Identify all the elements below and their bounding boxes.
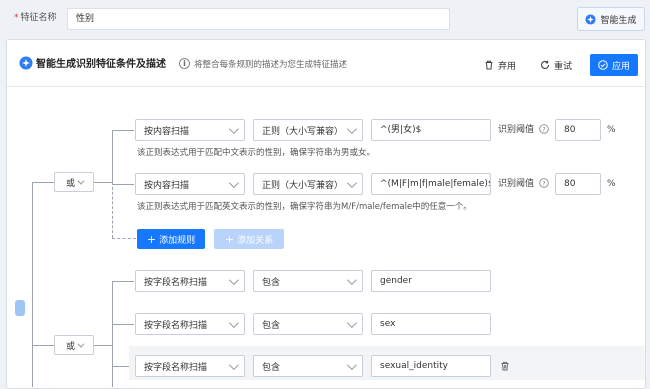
rule2-threshold-input[interactable]: 80 (555, 173, 601, 195)
add-rule-label: 添加规则 (159, 235, 196, 246)
tree-trunk-line (32, 182, 33, 387)
rule2-description: 该正则表达式用于匹配英文表示的性别，确保字符串为M/F/male/female中… (137, 202, 472, 212)
panel-description: 将整合每条规则的描述为您生成特征描述 (194, 60, 348, 70)
help-icon[interactable]: ? (539, 124, 549, 134)
chevron-down-icon (228, 274, 239, 285)
chevron-down-icon (346, 123, 357, 134)
generate-panel (6, 39, 646, 389)
svg-text:?: ? (542, 125, 545, 133)
check-circle-icon (598, 60, 608, 70)
plus-icon: + (224, 232, 235, 246)
svg-text:?: ? (542, 179, 545, 187)
group-connector-line (94, 182, 112, 183)
smart-generate-label: 智能生成 (600, 15, 637, 26)
side-handle (15, 300, 25, 316)
panel-title: 智能生成识别特征条件及描述 (36, 59, 166, 70)
rule1-pattern-input[interactable]: ^(男|女)$ (371, 119, 491, 141)
apply-label: 应用 (611, 61, 630, 72)
chevron-down-icon (228, 317, 239, 328)
rule2-match-type-select[interactable]: 正则（大小写兼容） (253, 173, 363, 195)
smart-generate-button[interactable]: 智能生成 (577, 7, 645, 31)
rule2-scan-type-select[interactable]: 按内容扫描 (135, 173, 245, 195)
group-connector-dashed (112, 182, 113, 238)
rule2-scan-type-value: 按内容扫描 (144, 180, 190, 191)
g2-rule2-scan-type-value: 按字段名称扫描 (144, 320, 208, 331)
reset-label: 重试 (554, 61, 573, 72)
g2-rule3-match-type-select[interactable]: 包含 (253, 355, 363, 377)
rule1-match-type-value: 正则（大小写兼容） (262, 126, 344, 137)
g2-rule1-value-input[interactable]: gender (371, 270, 491, 292)
rule1-scan-type-value: 按内容扫描 (144, 126, 190, 137)
add-relation-button[interactable]: + 添加关系 (214, 229, 284, 249)
g2-rule2-match-type-select[interactable]: 包含 (253, 313, 363, 335)
add-relation-label: 添加关系 (237, 235, 274, 246)
g2-rule1-match-type-value: 包含 (262, 277, 281, 288)
rule-connector-line (112, 324, 134, 325)
rule1-description: 该正则表达式用于匹配中文表示的性别，确保字符串为男或女。 (137, 148, 376, 158)
group-connector-line (112, 130, 113, 182)
chevron-down-icon (346, 317, 357, 328)
rule2-threshold-unit: % (607, 179, 616, 189)
chevron-down-icon (346, 359, 357, 370)
reset-button[interactable]: 重试 (540, 56, 572, 74)
group2-operator-label: 或 (65, 341, 75, 352)
group-connector-line (94, 345, 112, 346)
rule1-match-type-select[interactable]: 正则（大小写兼容） (253, 119, 363, 141)
add-connector-dashed (112, 238, 136, 239)
chevron-down-icon (228, 177, 239, 188)
rule2-threshold-label: 识别阈值 (498, 179, 535, 189)
rule2-pattern-input[interactable]: ^(M|F|m|f|male|female)$ (371, 173, 491, 195)
g2-rule3-scan-type-select[interactable]: 按字段名称扫描 (135, 355, 245, 377)
rule2-match-type-value: 正则（大小写兼容） (262, 180, 344, 191)
g2-rule2-value-input[interactable]: sex (371, 313, 491, 335)
info-icon[interactable]: i (179, 58, 190, 69)
g2-rule1-scan-type-select[interactable]: 按字段名称扫描 (135, 270, 245, 292)
g2-rule3-scan-type-value: 按字段名称扫描 (144, 362, 208, 373)
panel-divider (7, 86, 645, 87)
add-rule-button[interactable]: + 添加规则 (137, 229, 205, 249)
rule1-threshold-label: 识别阈值 (498, 125, 535, 135)
rule-connector-line (112, 281, 134, 282)
chevron-down-icon (228, 359, 239, 370)
chevron-down-icon (346, 274, 357, 285)
trash-icon (485, 60, 493, 70)
group-connector-line (112, 281, 113, 387)
group1-operator-select[interactable]: 或 (54, 172, 94, 192)
g2-rule1-scan-type-value: 按字段名称扫描 (144, 277, 208, 288)
group2-operator-select[interactable]: 或 (54, 335, 94, 355)
rule-connector-line (112, 184, 134, 185)
g2-rule3-match-type-value: 包含 (262, 362, 281, 373)
g2-rule2-match-type-value: 包含 (262, 320, 281, 331)
required-mark: * (14, 13, 19, 23)
chevron-down-icon (77, 177, 85, 185)
feature-name-label: * 特征名称 (14, 10, 57, 26)
chevron-down-icon (77, 340, 85, 348)
g2-rule3-value-input[interactable]: sexual_identity (371, 355, 491, 377)
tree-branch-line (32, 182, 54, 183)
rule1-threshold-unit: % (607, 125, 616, 135)
discard-button[interactable]: 弃用 (484, 56, 516, 74)
rule-connector-line (112, 130, 134, 131)
chevron-down-icon (346, 177, 357, 188)
help-icon[interactable]: ? (539, 178, 549, 188)
refresh-icon (541, 60, 550, 69)
trash-icon[interactable] (500, 361, 510, 371)
rule1-scan-type-select[interactable]: 按内容扫描 (135, 119, 245, 141)
plus-icon: + (146, 232, 157, 246)
group1-operator-label: 或 (65, 178, 75, 189)
ai-sparkle-icon (585, 13, 597, 25)
discard-label: 弃用 (498, 61, 517, 72)
g2-rule1-match-type-select[interactable]: 包含 (253, 270, 363, 292)
g2-rule2-scan-type-select[interactable]: 按字段名称扫描 (135, 313, 245, 335)
chevron-down-icon (228, 123, 239, 134)
rule1-threshold-input[interactable]: 80 (555, 119, 601, 141)
feature-name-label-text: 特征名称 (20, 13, 57, 23)
feature-name-input[interactable]: 性别 (67, 8, 450, 30)
apply-button[interactable]: 应用 (590, 54, 638, 76)
ai-logo-icon (19, 56, 33, 70)
tree-branch-line (32, 345, 54, 346)
